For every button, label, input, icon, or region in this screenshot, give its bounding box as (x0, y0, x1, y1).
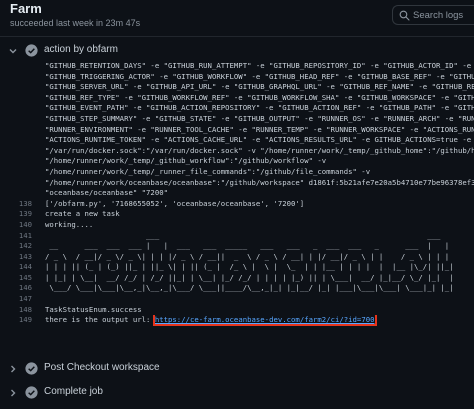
log-text-content: there is the output url: (45, 315, 151, 325)
output-url-link[interactable]: https://ce-farm.oceanbase-dev.com/farm2/… (152, 315, 377, 326)
chevron-down-icon (9, 49, 17, 54)
log-line: 146 \___/ \___|\___|\__,_|\__,_|\___/ \_… (0, 283, 474, 294)
step-complete-job[interactable]: Complete job (0, 381, 474, 405)
search-logs-box[interactable] (392, 5, 474, 25)
log-text: create a new task (45, 209, 120, 218)
log-text-content: | |_| | \__| __/ /_/ | /_/ ||_| | \__| |… (45, 272, 454, 282)
log-text: "RUNNER_ENVIRONMENT" -e "RUNNER_TOOL_CAC… (45, 124, 474, 134)
line-number[interactable]: 139 (10, 209, 32, 218)
log-text: TaskStatusEnum.success (45, 305, 142, 314)
step-post-checkout-workspace[interactable]: Post Checkout workspace (0, 357, 474, 381)
line-number[interactable]: 149 (10, 315, 32, 324)
log-line-continued: "RUNNER_ENVIRONMENT" -e "RUNNER_TOOL_CAC… (0, 125, 474, 136)
log-text-content: __ ___ ___ ___ | | ___ ___ _____ ___ ___… (45, 241, 450, 251)
log-line: 147 (0, 294, 474, 305)
log-line: 140 working.... (0, 220, 474, 231)
log-line: 148 TaskStatusEnum.success (0, 305, 474, 316)
log-line-continued: "GITHUB_SERVER_URL" -e "GITHUB_API_URL" … (0, 82, 474, 93)
line-number[interactable]: 142 (10, 241, 32, 250)
log-line-continued: "/home/runner/work/oceanbase/oceanbase":… (0, 178, 474, 189)
log-text-content: | | | || (_ | (_) ||_ | ||_ \| | || (_ |… (45, 262, 454, 272)
log-text: "/home/runner/work/_temp/_runner_file_co… (45, 166, 371, 176)
log-text: __ ___ ___ ___ | | ___ ___ _____ ___ ___… (45, 241, 449, 250)
chevron-right-icon (11, 389, 16, 397)
log-text-content: ['/obfarm.py', '7168655052', 'oceanbase/… (45, 198, 305, 208)
log-text-content: ___ ___ (45, 230, 441, 240)
log-text: \___/ \___|\___|\__,_|\__,_|\___/ \___||… (45, 283, 454, 293)
search-input[interactable] (413, 8, 473, 23)
log-line: 139 create a new task (0, 209, 474, 220)
line-number[interactable]: 141 (10, 231, 32, 240)
line-number[interactable]: 146 (10, 283, 32, 292)
log-text: "/var/run/docker.sock":"/var/run/docker.… (45, 145, 474, 155)
log-line-continued: "/home/runner/work/_temp/_github_workflo… (0, 156, 474, 167)
log-text: "GITHUB_SERVER_URL" -e "GITHUB_API_URL" … (45, 82, 474, 92)
line-number[interactable]: 147 (10, 294, 32, 303)
log-text-content: / _ \ / __|/ _ \/ _ \| | | |/ _ \ / __||… (45, 251, 450, 261)
log-text: "ACTIONS_RUNTIME_TOKEN" -e "ACTIONS_CACH… (45, 135, 474, 145)
log-line: 141 ___ ___ (0, 231, 474, 242)
log-line: 142 __ ___ ___ ___ | | ___ ___ _____ ___… (0, 241, 474, 252)
log-text: "oceanbase/oceanbase" "7200" (45, 188, 169, 198)
log-line-continued: "/var/run/docker.sock":"/var/run/docker.… (0, 146, 474, 157)
log-text: "GITHUB_RETENTION_DAYS" -e "GITHUB_RUN_A… (45, 61, 472, 70)
log-text: "/home/runner/work/_temp/_github_workflo… (45, 156, 327, 166)
log-line: 145 | |_| | \__| __/ /_/ | /_/ ||_| | \__… (0, 273, 474, 284)
log-line-continued: "oceanbase/oceanbase" "7200" (0, 188, 474, 199)
log-line: 149 there is the output url: https://ce-f… (0, 315, 474, 326)
log-line-continued: "/home/runner/work/_temp/_runner_file_co… (0, 167, 474, 178)
step-label: Complete job (44, 386, 103, 397)
log-text: | | | || (_ | (_) ||_ | ||_ \| | || (_ |… (45, 262, 454, 271)
step-label: action by obfarm (44, 44, 118, 55)
log-line-continued: "ACTIONS_RUNTIME_TOKEN" -e "ACTIONS_CACH… (0, 135, 474, 146)
line-number[interactable]: 143 (10, 252, 32, 261)
log-output: "GITHUB_RETENTION_DAYS" -e "GITHUB_RUN_A… (0, 61, 474, 326)
log-text: ['/obfarm.py', '7168655052', 'oceanbase/… (45, 199, 304, 208)
log-text: "GITHUB_STEP_SUMMARY" -e "GITHUB_STATE" … (45, 113, 474, 123)
line-number[interactable]: 138 (10, 199, 32, 208)
log-text-content: TaskStatusEnum.success (45, 304, 142, 314)
log-line: 143 / _ \ / __|/ _ \/ _ \| | | |/ _ \ / _… (0, 252, 474, 263)
log-text: "GITHUB_EVENT_PATH" -e "GITHUB_ACTION_RE… (45, 103, 474, 113)
log-text-content: working.... (45, 219, 94, 229)
log-text: | |_| | \__| __/ /_/ | /_/ ||_| | \__| |… (45, 273, 454, 282)
check-circle-icon (25, 44, 38, 57)
chevron-right-icon (11, 365, 16, 373)
step-label: Post Checkout workspace (44, 362, 160, 373)
check-circle-icon (25, 386, 38, 399)
log-text: ___ ___ (45, 231, 440, 240)
log-text-content: \___/ \___|\___|\__,_|\__,_|\___/ \___||… (45, 283, 454, 293)
log-text: there is the output url: https://ce-farm… (45, 315, 377, 326)
log-text: "GITHUB_REF_TYPE" -e "GITHUB_WORKFLOW_RE… (45, 92, 474, 102)
log-line-continued: "GITHUB_STEP_SUMMARY" -e "GITHUB_STATE" … (0, 114, 474, 125)
line-number[interactable]: 140 (10, 220, 32, 229)
log-text: "/home/runner/work/oceanbase/oceanbase":… (45, 177, 474, 187)
log-text-content: create a new task (45, 209, 120, 219)
log-line-continued: "GITHUB_RETENTION_DAYS" -e "GITHUB_RUN_A… (0, 61, 474, 72)
line-number[interactable]: 145 (10, 273, 32, 282)
log-line-continued: "GITHUB_EVENT_PATH" -e "GITHUB_ACTION_RE… (0, 103, 474, 114)
line-number[interactable]: 148 (10, 305, 32, 314)
steps-panel: action by obfarm "GITHUB_RETENTION_DAYS"… (0, 36, 474, 409)
job-title: Farm (10, 1, 42, 16)
search-icon (399, 10, 410, 21)
line-number[interactable]: 144 (10, 262, 32, 271)
log-line-continued: "GITHUB_TRIGGERING_ACTOR" -e "GITHUB_WOR… (0, 72, 474, 83)
log-line: 144 | | | || (_ | (_) ||_ | ||_ \| | || (… (0, 262, 474, 273)
job-status: succeeded last week in 23m 47s (10, 18, 141, 28)
step-action-by-obfarm[interactable]: action by obfarm (0, 39, 474, 63)
check-circle-icon (25, 362, 38, 375)
log-text: working.... (45, 220, 93, 229)
log-line: 138 ['/obfarm.py', '7168655052', 'oceanba… (0, 199, 474, 210)
log-text: / _ \ / __|/ _ \/ _ \| | | |/ _ \ / __||… (45, 252, 449, 261)
job-header: Farm succeeded last week in 23m 47s (0, 0, 474, 32)
log-line-continued: "GITHUB_REF_TYPE" -e "GITHUB_WORKFLOW_RE… (0, 93, 474, 104)
log-text: "GITHUB_TRIGGERING_ACTOR" -e "GITHUB_WOR… (45, 71, 474, 81)
